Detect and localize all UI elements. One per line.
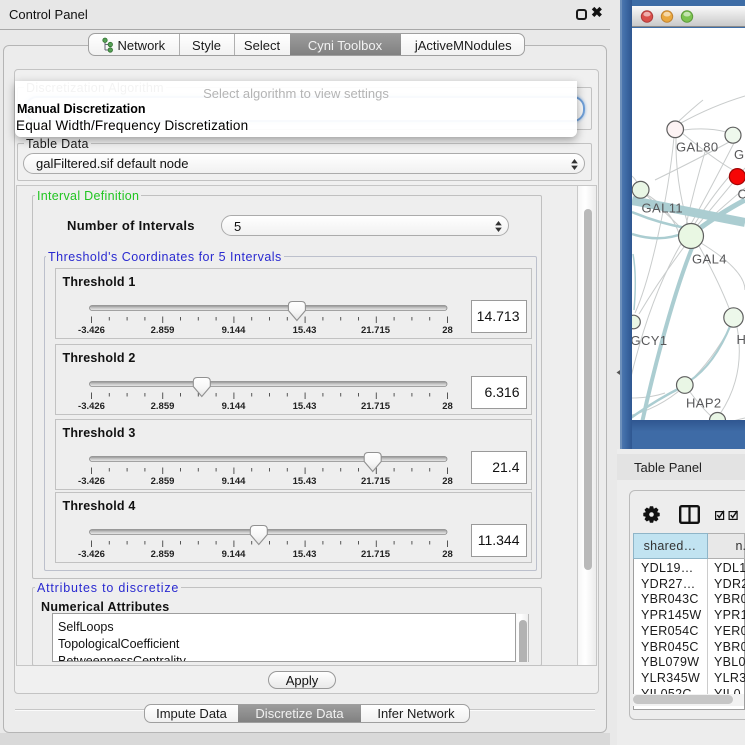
svg-text:G.: G. [734, 147, 745, 162]
svg-text:H: H [737, 332, 745, 347]
svg-text:GAL11: GAL11 [642, 201, 684, 216]
svg-text:GCY1: GCY1 [632, 333, 668, 348]
svg-text:GAL80: GAL80 [676, 140, 718, 155]
svg-text:HAP2: HAP2 [686, 396, 722, 411]
svg-text:C: C [738, 187, 745, 202]
svg-text:GAL4: GAL4 [692, 252, 727, 267]
